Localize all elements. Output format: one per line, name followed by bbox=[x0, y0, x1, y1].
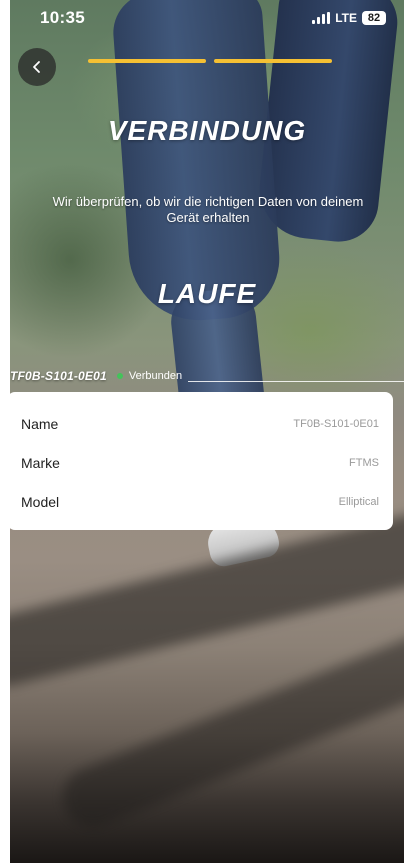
info-value: Elliptical bbox=[338, 495, 379, 508]
divider bbox=[188, 380, 404, 382]
progress-step-1 bbox=[88, 59, 206, 63]
page-title: VERBINDUNG bbox=[107, 115, 307, 146]
signal-bars-icon bbox=[312, 12, 331, 24]
info-label: Name bbox=[21, 415, 59, 432]
info-row-brand: Marke FTMS bbox=[21, 443, 379, 482]
battery-icon: 82 bbox=[362, 11, 386, 25]
back-button[interactable] bbox=[18, 48, 56, 86]
status-time: 10:35 bbox=[40, 8, 85, 27]
activity-title: LAUFE bbox=[157, 278, 257, 309]
connection-status: Verbunden bbox=[128, 370, 183, 382]
device-id: TF0B-S101-0E01 bbox=[10, 369, 107, 383]
info-row-name: Name TF0B-S101-0E01 bbox=[21, 404, 379, 443]
progress-step-2 bbox=[214, 59, 332, 63]
device-status-row: TF0B-S101-0E01 Verbunden bbox=[10, 367, 404, 385]
info-value: FTMS bbox=[349, 456, 379, 469]
background-shape bbox=[110, 0, 284, 325]
network-label: LTE bbox=[335, 11, 357, 25]
status-bar: 10:35 LTE 82 bbox=[10, 0, 404, 36]
info-value: TF0B-S101-0E01 bbox=[293, 417, 379, 430]
page-subtitle: Wir überprüfen, ob wir die richtigen Dat… bbox=[52, 194, 364, 225]
status-indicators: LTE 82 bbox=[312, 11, 386, 25]
app-frame: 10:35 LTE 82 VERBINDUNG Wir überprüfen, … bbox=[0, 0, 406, 863]
info-label: Model bbox=[21, 493, 60, 510]
chevron-left-icon bbox=[33, 61, 40, 73]
info-row-model: Model Elliptical bbox=[21, 482, 379, 521]
status-dot-icon bbox=[116, 373, 123, 379]
device-info-card: Name TF0B-S101-0E01 Marke FTMS Model Ell… bbox=[7, 392, 393, 530]
info-label: Marke bbox=[21, 454, 60, 471]
